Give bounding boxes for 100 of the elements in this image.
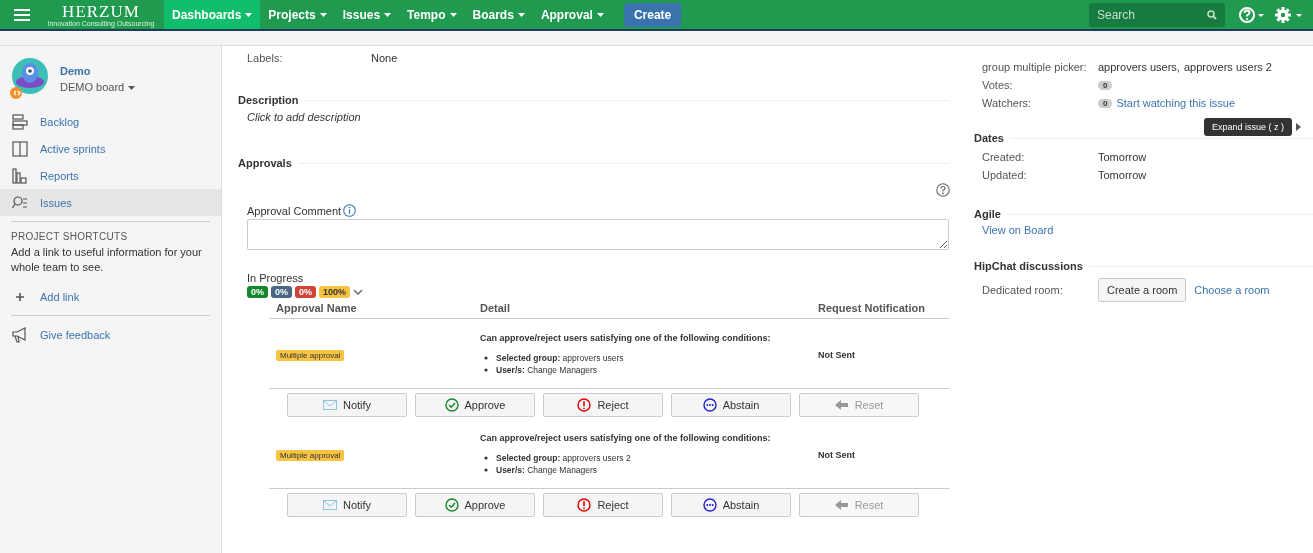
condition-item: User/s: Change Managers: [496, 365, 598, 375]
condition-item: Selected group: approvers users 2: [496, 453, 631, 463]
alert-circle-icon: [577, 398, 592, 412]
feedback-link[interactable]: Give feedback: [0, 321, 221, 348]
chevron-down-icon[interactable]: [353, 288, 364, 296]
search-list-icon: [12, 194, 28, 211]
envelope-icon: [322, 500, 337, 510]
megaphone-icon: [12, 326, 28, 343]
section-heading: Approvals: [238, 157, 292, 169]
count-badge: 0: [1098, 98, 1113, 108]
field-label: Dedicated room:: [982, 284, 1064, 296]
back-arrow-icon: [834, 500, 849, 510]
progress-badge: 0%: [247, 286, 268, 298]
search-field[interactable]: Search: [1089, 2, 1225, 27]
approval-button[interactable]: Reject: [543, 393, 663, 417]
field-label: Watchers:: [982, 97, 1033, 109]
bullet-icon: [484, 368, 488, 373]
description-placeholder[interactable]: Click to add description: [238, 106, 950, 123]
sidebar-item[interactable]: Issues: [0, 189, 221, 216]
nav-menu[interactable]: Projects: [260, 0, 335, 29]
shortcuts-heading: PROJECT SHORTCUTS: [10, 230, 129, 242]
caret-icon: [128, 86, 136, 91]
columns-icon: [12, 140, 28, 157]
progress-badge: 100%: [319, 286, 351, 298]
expand-arrow-icon[interactable]: [1296, 123, 1301, 131]
approval-button[interactable]: Notify: [287, 493, 407, 517]
date-value: Tomorrow: [1098, 169, 1147, 181]
comment-field[interactable]: [247, 219, 949, 250]
notification-status: Not Sent: [818, 449, 855, 460]
nav-menu[interactable]: Tempo: [399, 0, 465, 29]
search-icon: [1207, 9, 1217, 20]
section-heading: Agile: [974, 208, 1001, 220]
menu-icon[interactable]: [14, 8, 30, 21]
sidebar-item[interactable]: Reports: [0, 162, 221, 189]
group-link[interactable]: approvers users,: [1098, 61, 1180, 73]
approval-button[interactable]: Approve: [415, 493, 535, 517]
comment-label: Approval Comment: [247, 204, 342, 217]
board-link[interactable]: View on Board: [974, 224, 1313, 236]
check-circle-icon: [444, 398, 459, 412]
choose-room-link[interactable]: Choose a room: [1194, 284, 1270, 296]
column-header: Detail: [480, 302, 511, 314]
watch-link[interactable]: Start watching this issue: [1116, 97, 1236, 109]
caret-icon: [384, 12, 392, 17]
detail-text: Can approve/reject users satisfying one of the following conditions:: [480, 433, 772, 443]
notification-status: Not Sent: [818, 349, 855, 360]
progress-badge: 0%: [295, 286, 317, 298]
board-selector[interactable]: DEMO board: [60, 81, 136, 93]
tooltip: Expand issue ( z ): [1203, 118, 1292, 136]
caret-icon: [449, 12, 457, 17]
add-link[interactable]: Add link: [0, 283, 221, 310]
field-label: Updated:: [982, 169, 1028, 181]
nav-menu[interactable]: Approval: [532, 0, 612, 29]
approval-button[interactable]: Abstain: [671, 393, 791, 417]
field-label: Created:: [982, 151, 1026, 163]
detail-text: Can approve/reject users satisfying one of the following conditions:: [480, 333, 772, 343]
status-text: In Progress: [247, 272, 305, 284]
create-button[interactable]: Create: [623, 2, 682, 27]
field-value: None: [371, 52, 398, 64]
group-link[interactable]: approvers users 2: [1183, 61, 1272, 73]
bar-chart-icon: [12, 167, 28, 184]
nav-menu[interactable]: Boards: [464, 0, 533, 29]
condition-item: Selected group: approvers users: [496, 353, 624, 363]
field-label: group multiple picker:: [982, 61, 1088, 73]
settings-icon[interactable]: [1275, 6, 1303, 23]
count-badge: 0: [1098, 80, 1113, 90]
logo-text: HERZUM: [62, 2, 140, 20]
backlog-icon: [12, 113, 28, 130]
caret-icon: [245, 12, 253, 17]
approval-button[interactable]: Approve: [415, 393, 535, 417]
info-icon: [343, 204, 357, 217]
back-arrow-icon: [834, 400, 849, 410]
condition-item: User/s: Change Managers: [496, 465, 598, 475]
help-icon[interactable]: [1239, 6, 1265, 23]
sidebar-item[interactable]: Active sprints: [0, 135, 221, 162]
field-label: Labels:: [247, 52, 284, 64]
caret-icon: [596, 12, 604, 17]
approval-button[interactable]: Notify: [287, 393, 407, 417]
approval-button[interactable]: Abstain: [671, 493, 791, 517]
approval-type-tag: Multiple approval: [276, 449, 345, 461]
shortcuts-text: Add a link to useful information for your whole team to see.: [11, 245, 203, 275]
caret-icon: [517, 12, 525, 17]
column-header: Request Notification: [818, 302, 926, 314]
approval-button[interactable]: Reject: [543, 493, 663, 517]
create-room-button[interactable]: Create a room: [1098, 278, 1187, 302]
field-label: Votes:: [982, 79, 1014, 91]
help-icon[interactable]: [936, 183, 950, 197]
date-value: Tomorrow: [1098, 151, 1147, 163]
check-circle-icon: [444, 498, 459, 512]
progress-badge: 0%: [271, 286, 293, 298]
nav-menu[interactable]: Issues: [334, 0, 400, 29]
section-heading: HipChat discussions: [974, 260, 1083, 272]
approval-type-tag: Multiple approval: [276, 349, 345, 361]
project-name[interactable]: Demo: [60, 65, 136, 77]
ellipsis-circle-icon: [702, 498, 717, 512]
ellipsis-circle-icon: [702, 398, 717, 412]
bullet-icon: [484, 356, 488, 361]
sidebar-item[interactable]: Backlog: [0, 108, 221, 135]
caret-icon: [319, 12, 327, 17]
section-heading: Dates: [974, 132, 1004, 144]
bullet-icon: [484, 468, 488, 473]
